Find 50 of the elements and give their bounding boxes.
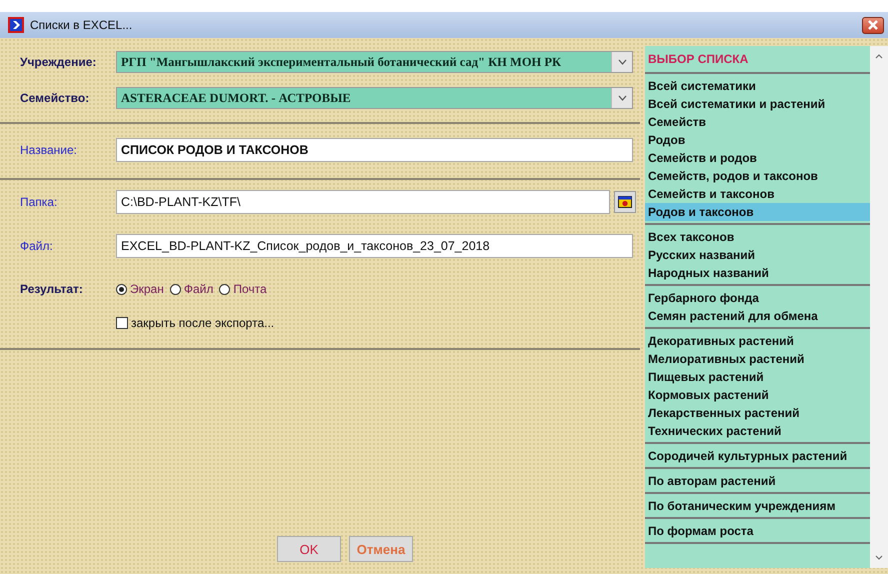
scrollbar[interactable] — [870, 46, 888, 568]
ok-button[interactable]: OK — [277, 536, 341, 562]
radio-option[interactable]: Экран — [116, 282, 164, 296]
list-item[interactable]: Семейств и таксонов — [645, 185, 870, 203]
list-item[interactable]: Русских названий — [645, 246, 870, 264]
list-item[interactable]: Гербарного фонда — [645, 289, 870, 307]
list-item[interactable]: Семейств, родов и таксонов — [645, 167, 870, 185]
list-item[interactable]: Народных названий — [645, 264, 870, 282]
list-item[interactable]: Всей систематики — [645, 77, 870, 95]
list-item[interactable]: Семян растений для обмена — [645, 307, 870, 325]
file-name-field[interactable]: EXCEL_BD-PLANT-KZ_Список_родов_и_таксонов_23_07_2018 — [116, 234, 633, 258]
field-label: Название: — [20, 143, 78, 157]
list-item[interactable]: Родов — [645, 131, 870, 149]
list-item[interactable]: По ботаническим учреждениям — [645, 497, 870, 515]
list-item[interactable]: Всех таксонов — [645, 228, 870, 246]
list-item[interactable]: Семейств и родов — [645, 149, 870, 167]
field-label: Учреждение: — [20, 55, 98, 69]
family-dropdown[interactable]: ASTERACEAE DUMORT. - АСТРОВЫЕ — [116, 87, 633, 109]
list-item[interactable]: Мелиоративных растений — [645, 350, 870, 368]
list-item[interactable]: Лекарственных растений — [645, 404, 870, 422]
list-item[interactable]: Семейств — [645, 113, 870, 131]
close-after-export-checkbox[interactable]: закрыть после экспорта... — [116, 316, 274, 330]
institution-dropdown[interactable]: РГП "Мангышлакский экспериментальный ботанический сад" КН МОН РК — [116, 51, 633, 73]
list-item[interactable]: Технических растений — [645, 422, 870, 440]
browse-folder-button[interactable] — [614, 191, 636, 213]
close-button[interactable] — [862, 16, 884, 34]
window-title: Списки в EXCEL... — [30, 18, 132, 32]
scroll-up-icon[interactable] — [875, 54, 883, 59]
field-label: Результат: — [20, 282, 84, 296]
field-label: Папка: — [20, 195, 58, 209]
field-label: Семейство: — [20, 91, 90, 105]
folder-icon — [618, 196, 632, 208]
list-item[interactable]: Сородичей культурных растений — [645, 447, 870, 465]
scroll-down-icon[interactable] — [875, 555, 883, 560]
dropdown-caret-icon[interactable] — [618, 95, 626, 101]
list-item[interactable]: Пищевых растений — [645, 368, 870, 386]
list-item[interactable]: Всей систематики и растений — [645, 95, 870, 113]
list-item[interactable]: По авторам растений — [645, 472, 870, 490]
dropdown-caret-icon[interactable] — [618, 59, 626, 65]
folder-field[interactable]: C:\BD-PLANT-KZ\TF\ — [116, 190, 610, 214]
list-item[interactable]: По формам роста — [645, 522, 870, 540]
list-item[interactable]: Декоративных растений — [645, 332, 870, 350]
list-item[interactable]: Родов и таксонов — [645, 203, 870, 221]
radio-option[interactable]: Файл — [170, 282, 214, 296]
field-label: Файл: — [20, 239, 54, 253]
radio-option[interactable]: Почта — [219, 282, 267, 296]
close-icon — [868, 20, 878, 30]
list-item[interactable]: Кормовых растений — [645, 386, 870, 404]
name-field[interactable]: СПИСОК РОДОВ И ТАКСОНОВ — [116, 138, 633, 162]
app-icon — [8, 17, 24, 33]
